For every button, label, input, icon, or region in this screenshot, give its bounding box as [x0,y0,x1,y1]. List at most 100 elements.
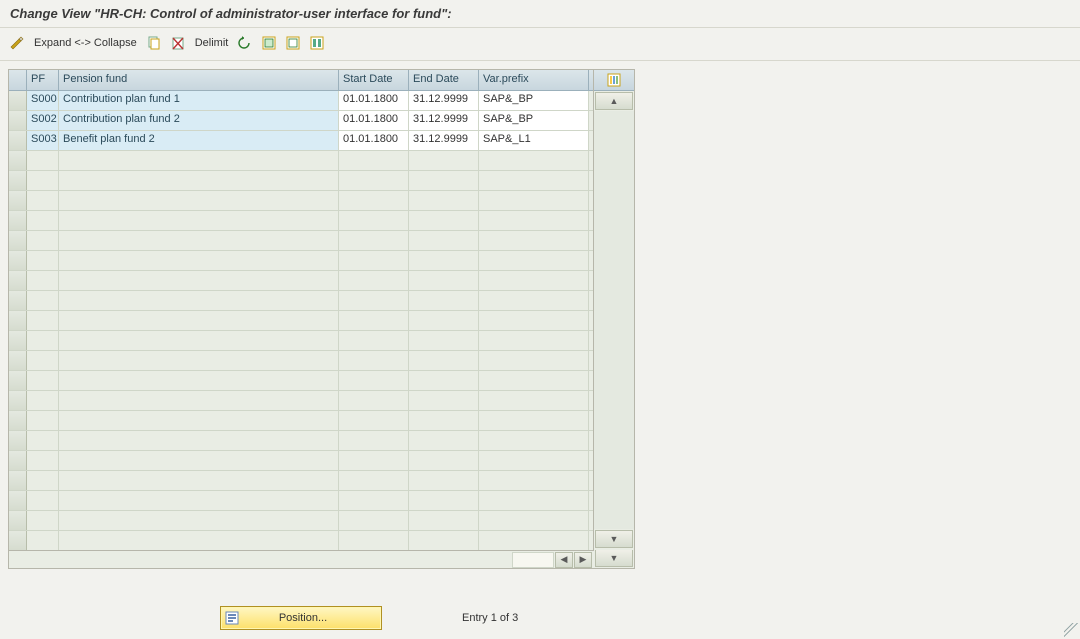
config-icon[interactable] [308,34,326,52]
undo-icon[interactable] [236,34,254,52]
cell-start-date [339,211,409,230]
row-selector[interactable] [9,171,27,190]
table-row [9,331,593,351]
position-button[interactable]: Position... [220,606,382,630]
cell-pf[interactable]: S000 [27,91,59,110]
row-selector[interactable] [9,491,27,510]
row-selector[interactable] [9,431,27,450]
cell-fund [59,211,339,230]
cell-fund [59,311,339,330]
row-selector[interactable] [9,271,27,290]
row-selector[interactable] [9,451,27,470]
cell-fund [59,171,339,190]
scroll-up-icon[interactable]: ▲ [595,92,633,110]
row-selector[interactable] [9,471,27,490]
expand-collapse-button[interactable]: Expand <-> Collapse [32,37,139,49]
table-row [9,471,593,491]
cell-start-date[interactable]: 01.01.1800 [339,111,409,130]
row-selector[interactable] [9,251,27,270]
separator-2 [0,60,1080,61]
col-varprefix[interactable]: Var.prefix [479,70,589,90]
cell-varprefix [479,151,589,170]
delete-icon[interactable] [169,34,187,52]
cell-end-date[interactable]: 31.12.9999 [409,111,479,130]
row-selector[interactable] [9,371,27,390]
cell-pf [27,531,59,550]
deselect-all-icon[interactable] [284,34,302,52]
cell-start-date [339,171,409,190]
row-selector[interactable] [9,111,27,130]
row-selector[interactable] [9,311,27,330]
table-row [9,151,593,171]
row-selector[interactable] [9,131,27,150]
cell-end-date [409,471,479,490]
hscroll-right-icon[interactable]: ▶ [574,552,592,568]
row-selector[interactable] [9,151,27,170]
row-selector[interactable] [9,231,27,250]
cell-fund[interactable]: Contribution plan fund 1 [59,91,339,110]
col-selector[interactable] [9,70,27,90]
cell-varprefix [479,391,589,410]
cell-pf[interactable]: S002 [27,111,59,130]
cell-start-date [339,391,409,410]
cell-varprefix[interactable]: SAP&_BP [479,91,589,110]
row-selector[interactable] [9,411,27,430]
cell-start-date[interactable]: 01.01.1800 [339,91,409,110]
cell-fund [59,231,339,250]
cell-varprefix[interactable]: SAP&_L1 [479,131,589,150]
cell-pf [27,351,59,370]
cell-pf[interactable]: S003 [27,131,59,150]
footer: Position... Entry 1 of 3 [0,603,1080,633]
cell-varprefix [479,471,589,490]
cell-end-date [409,271,479,290]
cell-pf [27,491,59,510]
copy-icon[interactable] [145,34,163,52]
col-end[interactable]: End Date [409,70,479,90]
table-row [9,511,593,531]
page-title: Change View "HR-CH: Control of administr… [0,0,1080,25]
cell-fund [59,491,339,510]
cell-end-date[interactable]: 31.12.9999 [409,131,479,150]
table-body: S000Contribution plan fund 101.01.180031… [9,91,593,568]
row-selector[interactable] [9,511,27,530]
cell-start-date [339,351,409,370]
cell-fund [59,251,339,270]
row-selector[interactable] [9,331,27,350]
cell-end-date [409,251,479,270]
cell-end-date[interactable]: 31.12.9999 [409,91,479,110]
cell-start-date [339,491,409,510]
cell-pf [27,291,59,310]
hscroll-left-icon[interactable]: ◀ [555,552,573,568]
cell-pf [27,511,59,530]
row-selector[interactable] [9,351,27,370]
table-row [9,291,593,311]
resize-handle-icon[interactable] [1064,623,1078,637]
cell-fund[interactable]: Benefit plan fund 2 [59,131,339,150]
hscroll-track[interactable] [512,552,554,568]
row-selector[interactable] [9,391,27,410]
select-all-icon[interactable] [260,34,278,52]
delimit-button[interactable]: Delimit [193,37,231,49]
cell-varprefix [479,331,589,350]
scroll-down-icon[interactable]: ▼ [595,530,633,548]
col-start[interactable]: Start Date [339,70,409,90]
row-selector[interactable] [9,191,27,210]
cell-end-date [409,191,479,210]
row-selector[interactable] [9,91,27,110]
cell-start-date[interactable]: 01.01.1800 [339,131,409,150]
cell-fund[interactable]: Contribution plan fund 2 [59,111,339,130]
scroll-down-end-icon[interactable]: ▼ [595,550,633,567]
scroll-track[interactable] [594,111,634,529]
cell-varprefix[interactable]: SAP&_BP [479,111,589,130]
row-selector[interactable] [9,291,27,310]
row-selector[interactable] [9,531,27,550]
cell-end-date [409,451,479,470]
row-selector[interactable] [9,211,27,230]
col-pf[interactable]: PF [27,70,59,90]
cell-fund [59,431,339,450]
toggle-edit-icon[interactable] [8,34,26,52]
cell-pf [27,211,59,230]
col-fund[interactable]: Pension fund [59,70,339,90]
table-settings-icon[interactable] [594,70,634,91]
cell-end-date [409,331,479,350]
